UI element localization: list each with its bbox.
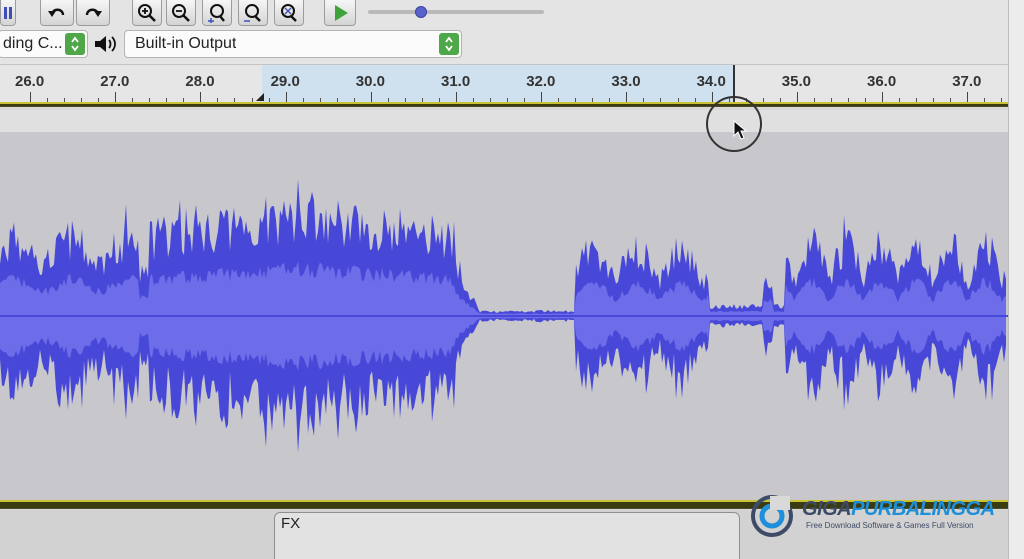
speaker-icon xyxy=(92,33,118,60)
play-at-speed-button[interactable] xyxy=(324,0,356,26)
logo-title: GIGAPURBALINGGA xyxy=(802,498,995,521)
tool-icon xyxy=(4,6,12,19)
zoom-out-button[interactable] xyxy=(166,0,196,26)
effects-panel[interactable]: FX xyxy=(274,512,740,559)
logo-mark-icon xyxy=(751,495,793,537)
play-icon xyxy=(335,4,348,21)
zoom-in-button[interactable] xyxy=(132,0,162,26)
undo-button[interactable] xyxy=(40,0,74,26)
timeline-tick-label: 37.0 xyxy=(952,73,982,90)
timeline-tick-label: 29.0 xyxy=(270,73,300,90)
chevron-updown-icon xyxy=(65,33,85,55)
logo-title-part1: GIGA xyxy=(802,498,852,520)
fit-selection-button[interactable] xyxy=(202,0,232,26)
tools-button[interactable] xyxy=(0,0,16,26)
logo-subtitle: Free Download Software & Games Full Vers… xyxy=(806,521,974,530)
waveform-graph xyxy=(0,179,1008,453)
zoom-out-icon xyxy=(172,3,190,22)
timeline-tick-label: 27.0 xyxy=(100,73,130,90)
timeline-tick-label: 26.0 xyxy=(15,73,45,90)
playback-device-value: Built-in Output xyxy=(135,35,237,52)
zoom-toggle-button[interactable] xyxy=(274,0,304,26)
zoom-toggle-icon xyxy=(281,3,297,22)
track-header xyxy=(0,110,1008,132)
playback-device-select[interactable]: Built-in Output xyxy=(124,30,462,58)
fit-selection-icon xyxy=(208,3,225,23)
redo-button[interactable] xyxy=(76,0,110,26)
zoom-in-icon xyxy=(138,3,156,22)
chevron-updown-icon xyxy=(439,33,459,55)
watermark-logo: GIGAPURBALINGGA Free Download Software &… xyxy=(748,490,1008,538)
timeline-tick-label: 31.0 xyxy=(441,73,471,90)
timeline-ruler[interactable]: 26.0 27.0 28.0 29.0 30.0 31.0 32.0 33.0 34.0 35.0… xyxy=(0,64,1008,105)
play-speed-slider[interactable] xyxy=(368,10,544,14)
timeline-tick-label: 30.0 xyxy=(355,73,385,90)
effects-label: FX xyxy=(281,515,301,532)
logo-title-part2: PURBALINGGA xyxy=(851,498,995,520)
recording-device-value: ding C... xyxy=(3,35,63,52)
mouse-pointer-icon xyxy=(733,120,747,140)
redo-icon xyxy=(85,8,102,17)
timeline-tick-label: 34.0 xyxy=(696,73,726,90)
window-edge xyxy=(1008,0,1024,559)
timeline-tick-label: 36.0 xyxy=(867,73,897,90)
timeline-selection xyxy=(262,65,734,105)
main-toolbar: ding C... Built-in Output xyxy=(0,0,1008,64)
timeline-tick-label: 32.0 xyxy=(526,73,556,90)
fit-project-button[interactable] xyxy=(238,0,268,26)
undo-icon xyxy=(48,8,65,17)
timeline-tick-label: 33.0 xyxy=(611,73,641,90)
track-top-border xyxy=(0,102,1008,107)
timeline-tick-label: 28.0 xyxy=(185,73,215,90)
play-speed-slider-thumb[interactable] xyxy=(414,6,427,18)
timeline-tick-label: 35.0 xyxy=(781,73,811,90)
audio-track-waveform[interactable] xyxy=(0,132,1008,500)
fit-project-icon xyxy=(244,3,261,22)
recording-device-select[interactable]: ding C... xyxy=(0,30,88,58)
